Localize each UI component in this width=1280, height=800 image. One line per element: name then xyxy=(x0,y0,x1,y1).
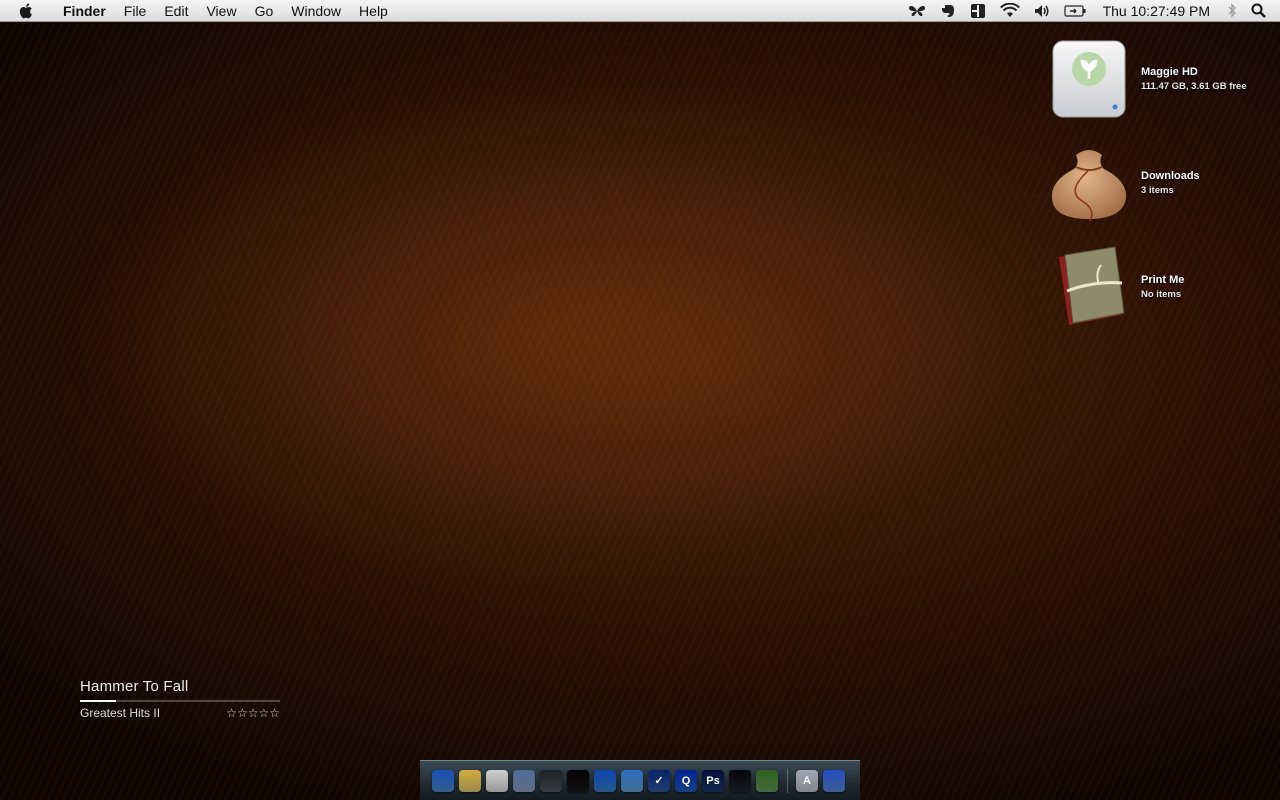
battery-icon[interactable] xyxy=(1057,0,1093,22)
desktop-item-label: Print Me No items xyxy=(1141,274,1184,300)
dock: ✓ Q Ps A xyxy=(420,760,860,800)
globe-icon[interactable] xyxy=(594,769,616,792)
cassette-icon[interactable] xyxy=(540,769,562,792)
star-rating[interactable]: ☆☆☆☆☆ xyxy=(226,706,280,720)
preview-icon[interactable] xyxy=(513,769,535,792)
dock-separator xyxy=(787,768,788,793)
album-name: Greatest Hits II xyxy=(80,706,161,720)
track-progress-fill xyxy=(80,700,116,702)
menu-view[interactable]: View xyxy=(197,0,245,22)
volume-icon[interactable] xyxy=(1027,0,1057,22)
quicktime-icon[interactable]: Q xyxy=(675,769,697,792)
desktop-item-print-me[interactable]: Print Me No items xyxy=(1043,241,1184,333)
trash-icon[interactable] xyxy=(823,769,845,792)
sack-icon xyxy=(1043,137,1135,229)
menu-file[interactable]: File xyxy=(115,0,156,22)
bluetooth-icon[interactable] xyxy=(1220,0,1244,22)
photoshop-icon[interactable]: Ps xyxy=(702,769,724,792)
spotlight-search-icon[interactable] xyxy=(1244,0,1280,22)
evernote-icon[interactable] xyxy=(933,0,963,22)
wifi-icon[interactable] xyxy=(993,0,1027,22)
desktop-item-downloads[interactable]: Downloads 3 items xyxy=(1043,137,1200,229)
desktop-item-detail: No items xyxy=(1141,289,1182,300)
now-playing-widget: Hammer To Fall Greatest Hits II ☆☆☆☆☆ xyxy=(80,678,280,720)
menu-window[interactable]: Window xyxy=(282,0,350,22)
alarm-clock-icon[interactable] xyxy=(621,769,643,792)
terminal-icon[interactable] xyxy=(729,769,751,792)
checklist-icon[interactable]: ✓ xyxy=(648,769,670,792)
applications-folder-icon[interactable]: A xyxy=(796,769,818,792)
track-progress-bar[interactable] xyxy=(80,700,280,702)
desktop-item-label: Downloads 3 items xyxy=(1141,170,1200,196)
menu-help[interactable]: Help xyxy=(350,0,397,22)
tool-icon[interactable] xyxy=(756,769,778,792)
desktop-item-name: Print Me xyxy=(1141,274,1185,286)
menu-bar: Finder File Edit View Go Window Help Thu… xyxy=(0,0,1280,22)
apple-menu-icon[interactable] xyxy=(0,2,54,20)
desktop-item-detail: 3 items xyxy=(1141,185,1174,196)
finder-icon[interactable] xyxy=(432,769,454,792)
notes-icon[interactable] xyxy=(459,769,481,792)
textedit-icon[interactable] xyxy=(486,769,508,792)
status-area: Thu 10:27:49 PM xyxy=(901,0,1280,22)
track-title: Hammer To Fall xyxy=(80,678,189,695)
desktop-item-maggie-hd[interactable]: Maggie HD 111.47 GB, 3.61 GB free xyxy=(1043,33,1247,125)
butterfly-icon[interactable] xyxy=(901,0,933,22)
menu-go[interactable]: Go xyxy=(246,0,283,22)
menu-clock[interactable]: Thu 10:27:49 PM xyxy=(1093,3,1220,19)
menu-finder[interactable]: Finder xyxy=(54,0,115,22)
book-icon xyxy=(1043,241,1135,333)
desktop-item-detail: 111.47 GB, 3.61 GB free xyxy=(1141,81,1247,92)
menu-edit[interactable]: Edit xyxy=(155,0,197,22)
desktop-item-name: Downloads xyxy=(1141,170,1200,182)
desktop-item-label: Maggie HD 111.47 GB, 3.61 GB free xyxy=(1141,66,1247,92)
binoculars-icon[interactable] xyxy=(567,769,589,792)
desktop-item-name: Maggie HD xyxy=(1141,66,1198,78)
hard-drive-icon xyxy=(1043,33,1135,125)
split-icon[interactable] xyxy=(963,0,993,22)
